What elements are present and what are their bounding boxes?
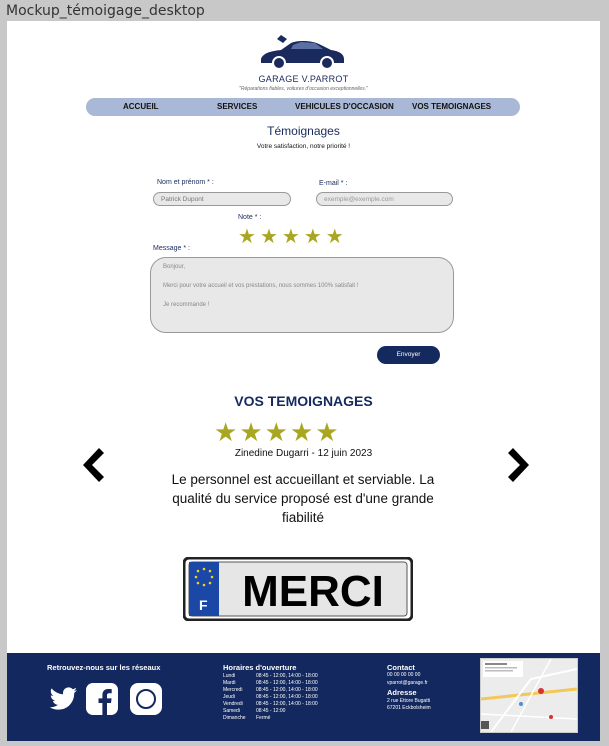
artboard-label: Mockup_témoigage_desktop	[6, 3, 205, 19]
plate-text: MERCI	[242, 567, 384, 616]
page-subtitle: Votre satisfaction, notre priorité !	[256, 143, 351, 150]
contact-email[interactable]: vparrot@garage.fr	[387, 680, 428, 687]
star-icon: ★	[264, 417, 288, 447]
address-heading: Adresse	[387, 688, 417, 697]
rating-input[interactable]: ★ ★ ★ ★ ★	[238, 224, 344, 249]
plate-country: F	[199, 597, 208, 613]
hours-times: 08:45 - 12:00, 14:00 - 18:00 08:45 - 12:0…	[256, 673, 318, 721]
star-icon[interactable]: ★	[282, 224, 300, 249]
testimonials-heading: VOS TEMOIGNAGES	[234, 393, 373, 409]
location-map[interactable]	[480, 658, 578, 733]
message-field[interactable]: Bonjour, Merci pour votre accueil et vos…	[150, 257, 454, 333]
submit-button[interactable]: Envoyer	[377, 346, 440, 364]
merci-plate-image: F MERCI	[183, 557, 413, 621]
star-icon[interactable]: ★	[326, 224, 344, 249]
message-line: Merci pour votre accueil et vos prestati…	[163, 283, 359, 289]
message-label: Message * :	[153, 245, 190, 252]
brand-name: GARAGE V.PARROT	[258, 74, 349, 84]
star-icon: ★	[315, 417, 339, 447]
carousel-prev-icon[interactable]	[77, 446, 105, 484]
star-icon: ★	[214, 417, 238, 447]
page-title: Témoignages	[267, 124, 340, 138]
contact-phone: 00 00 00 00 00	[387, 672, 421, 678]
star-icon: ★	[239, 417, 263, 447]
facebook-icon[interactable]	[86, 683, 118, 715]
name-field[interactable]: Patrick Dupont	[153, 192, 291, 206]
star-icon[interactable]: ★	[304, 224, 322, 249]
nav-item-accueil[interactable]: ACCUEIL	[123, 102, 159, 111]
nav-item-temoignages[interactable]: VOS TEMOIGNAGES	[412, 102, 491, 111]
hours-days: Lundi Mardi Mercredi Jeudi Vendredi Samedi D…	[223, 673, 246, 721]
message-line: Bonjour,	[163, 264, 186, 270]
twitter-icon[interactable]	[47, 683, 79, 715]
nav-item-services[interactable]: SERVICES	[217, 102, 257, 111]
page: GARAGE V.PARROT "Réparations fiables, vo…	[7, 21, 600, 741]
brand-tagline: "Réparations fiables, voitures d'occasio…	[239, 86, 368, 92]
star-icon[interactable]: ★	[238, 224, 256, 249]
instagram-icon[interactable]	[130, 683, 162, 715]
site-footer: Retrouvez-nous sur les réseaux Horaires …	[7, 653, 600, 741]
star-icon[interactable]: ★	[260, 224, 278, 249]
email-field[interactable]: exemple@exemple.com	[316, 192, 453, 206]
hours-heading: Horaires d'ouverture	[223, 663, 297, 672]
address-line2: 67201 Eckbolsheim	[387, 705, 431, 711]
name-label: Nom et prénom * :	[157, 179, 214, 186]
star-icon: ★	[289, 417, 314, 447]
testimonial-quote: Le personnel est accueillant et serviabl…	[171, 472, 435, 525]
rating-label: Note * :	[238, 214, 262, 221]
email-label: E-mail * :	[319, 180, 348, 187]
contact-heading: Contact	[387, 663, 415, 672]
address-line1: 2 rue Ettore Bugatti	[387, 698, 431, 704]
main-nav: ACCUEIL SERVICES VEHICULES D'OCCASION VO…	[86, 98, 520, 116]
car-logo-icon	[261, 35, 344, 70]
carousel-next-icon[interactable]	[507, 446, 535, 484]
nav-item-vehicules[interactable]: VEHICULES D'OCCASION	[295, 102, 394, 111]
social-heading: Retrouvez-nous sur les réseaux	[47, 663, 161, 672]
testimonial-rating: ★ ★ ★ ★ ★	[214, 417, 339, 448]
message-line: Je recommande !	[163, 302, 210, 308]
